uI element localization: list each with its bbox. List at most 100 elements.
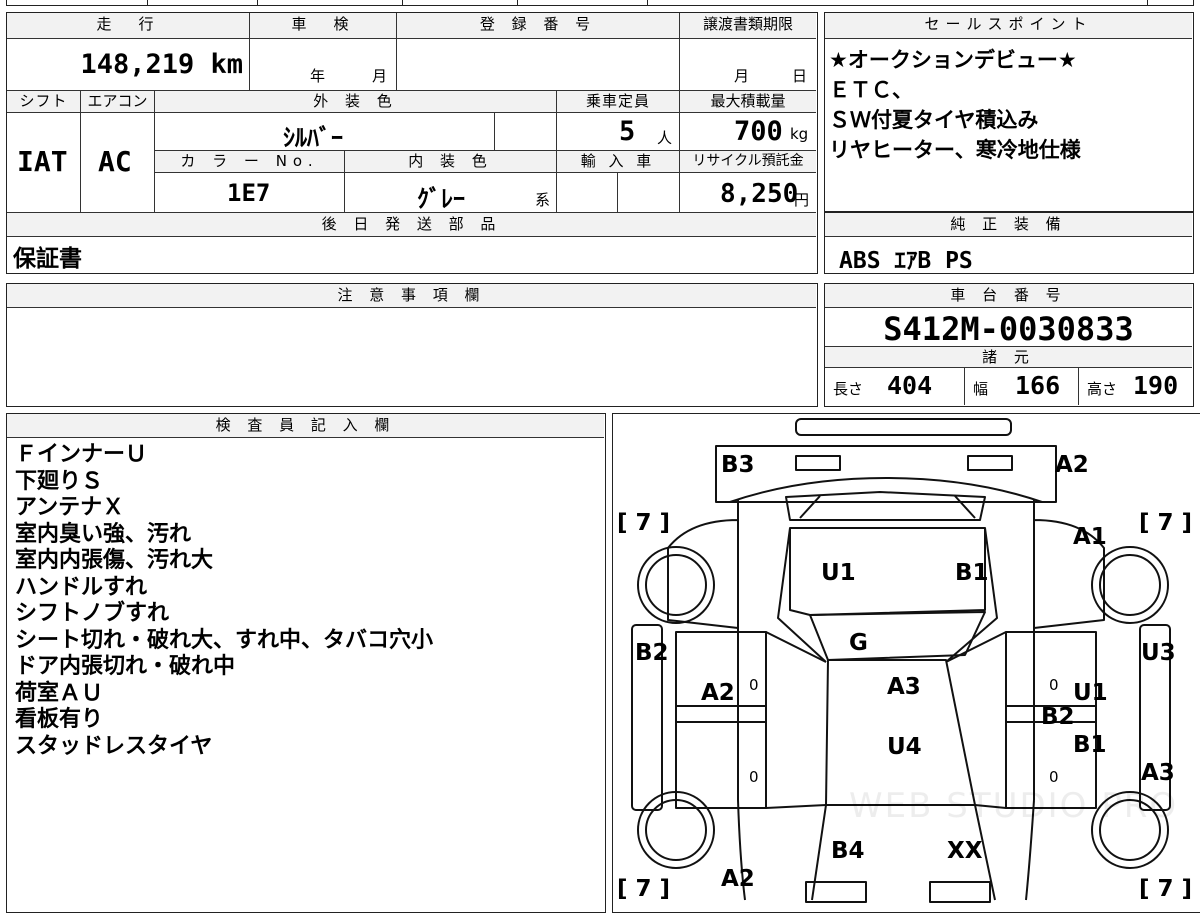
- spec-height: 高さ 190: [1079, 368, 1192, 405]
- registration-label: 登 録 番 号: [397, 13, 680, 39]
- spec-height-label: 高さ: [1087, 380, 1118, 398]
- recycle-value: 8,250: [720, 179, 799, 209]
- sales-point-line: リヤヒーター、寒冷地仕様: [829, 138, 1081, 162]
- aircon-cell: AC: [81, 113, 155, 213]
- inspector-notes: ＦインナーＵ 下廻りＳ アンテナＸ 室内臭い強、汚れ 室内内張傷、汚れ大 ハンド…: [15, 442, 433, 760]
- interior-color-suffix: 系: [535, 191, 551, 209]
- sales-point-line: ★オークションデビュー★: [829, 48, 1077, 72]
- import-label: 輸 入 車: [557, 151, 680, 173]
- mileage-value: 148,219 km: [80, 49, 243, 80]
- top-strip: [6, 0, 1194, 6]
- later-parts-value: 保証書: [13, 246, 82, 272]
- inspector-note: ドア内張切れ・破れ中: [15, 654, 236, 679]
- spec-height-value: 190: [1133, 371, 1179, 400]
- shift-label: シフト: [7, 91, 81, 113]
- caution-box: 注 意 事 項 欄: [6, 283, 818, 407]
- aircon-label: エアコン: [81, 91, 155, 113]
- damage-diagram-box: B3 A2 A1 U1 B1 G B2 A2 A3 U4 U3 U1 B2 B1…: [612, 413, 1200, 913]
- registration-cell: [397, 39, 680, 91]
- spec-width: 幅 166: [965, 368, 1079, 405]
- chassis-label: 車 台 番 号: [825, 284, 1192, 308]
- inspector-note: 看板有り: [15, 707, 104, 732]
- mark-b4: B4: [831, 838, 865, 864]
- zero-mark: 0: [1049, 768, 1059, 786]
- spec-length-value: 404: [887, 371, 933, 400]
- spec-width-value: 166: [1015, 371, 1061, 400]
- shift-value: IAT: [17, 145, 68, 178]
- inspection-label: 車 検: [250, 13, 397, 39]
- inspector-note: ＦインナーＵ: [15, 442, 148, 467]
- mark-a2-top: A2: [1055, 452, 1089, 478]
- genuine-equipment-box: 純 正 装 備 ABS ｴｱB PS: [824, 212, 1194, 274]
- inspector-note: 室内臭い強、汚れ: [15, 521, 192, 547]
- color-no-label: カ ラ ー No.: [155, 151, 345, 173]
- chassis-value: S412M-0030833: [883, 310, 1134, 348]
- import-cell-b: [618, 173, 680, 213]
- zero-mark: 0: [749, 676, 759, 694]
- color-no-value: 1E7: [227, 179, 271, 207]
- mark-a2-bottom: A2: [721, 866, 755, 892]
- tire-depth-bl: [ 7 ]: [617, 876, 671, 902]
- sales-points-list: ★オークションデビュー★ ＥＴＣ、 ＳＷ付夏タイヤ積込み リヤヒーター、寒冷地仕…: [829, 45, 1081, 165]
- mark-b2-right: B2: [1041, 704, 1075, 730]
- exterior-color-label: 外 装 色: [155, 91, 557, 113]
- interior-color-cell: ｸﾞﾚｰ 系: [345, 173, 557, 213]
- capacity-label: 乗車定員: [557, 91, 680, 113]
- genuine-equipment-value: ABS ｴｱB PS: [839, 248, 973, 274]
- mark-a3-right: A3: [1141, 760, 1175, 786]
- sales-point-line: ＳＷ付夏タイヤ積込み: [829, 108, 1039, 132]
- mark-a2-left: A2: [701, 680, 735, 706]
- caution-label: 注 意 事 項 欄: [7, 284, 816, 308]
- mark-u1-hood: U1: [821, 560, 856, 586]
- vehicle-info-table: 走 行 車 検 登 録 番 号 譲渡書類期限 148,219 km 年 月 月 …: [6, 12, 818, 274]
- transfer-cell: 月 日: [680, 39, 816, 91]
- aircon-value: AC: [98, 145, 132, 178]
- transfer-day: 日: [792, 67, 808, 85]
- recycle-cell: 8,250 円: [680, 173, 816, 213]
- sales-points-label: セールスポイント: [825, 13, 1192, 39]
- inspection-cell: 年 月: [250, 39, 397, 91]
- interior-color-value: ｸﾞﾚｰ: [417, 185, 465, 213]
- mark-u3: U3: [1141, 640, 1176, 666]
- spec-length-label: 長さ: [833, 380, 864, 398]
- recycle-label: リサイクル預託金: [680, 151, 816, 173]
- chassis-box: 車 台 番 号 S412M-0030833 諸 元 長さ 404 幅 166 高…: [824, 283, 1194, 407]
- inspector-note: 下廻りＳ: [15, 468, 104, 494]
- shift-cell: IAT: [7, 113, 81, 213]
- tire-depth-tr: [ 7 ]: [1139, 510, 1193, 536]
- watermark: WEB STUDIO PRO: [849, 786, 1179, 826]
- mileage-cell: 148,219 km: [7, 39, 250, 91]
- max-load-label: 最大積載量: [680, 91, 816, 113]
- recycle-unit: 円: [794, 191, 810, 209]
- inspector-label: 検 査 員 記 入 欄: [7, 414, 604, 438]
- tire-depth-br: [ 7 ]: [1139, 876, 1193, 902]
- genuine-equipment-label: 純 正 装 備: [825, 213, 1192, 237]
- mileage-label: 走 行: [7, 13, 250, 39]
- zero-mark: 0: [1049, 676, 1059, 694]
- mark-a1: A1: [1073, 524, 1107, 550]
- capacity-value: 5: [619, 116, 636, 147]
- mark-b1-hood: B1: [955, 560, 989, 586]
- sales-point-line: ＥＴＣ、: [829, 78, 913, 102]
- max-load-unit: kg: [790, 125, 809, 143]
- exterior-color-extra: [495, 113, 557, 151]
- car-outline-diagram: [630, 417, 1171, 903]
- specs-label: 諸 元: [825, 346, 1192, 368]
- mark-u4: U4: [887, 734, 922, 760]
- inspection-month: 月: [372, 67, 388, 85]
- interior-color-label: 内 装 色: [345, 151, 557, 173]
- max-load-cell: 700 kg: [680, 113, 816, 151]
- inspector-note: アンテナＸ: [15, 495, 125, 520]
- mark-u1-right: U1: [1073, 680, 1108, 706]
- mark-g: G: [849, 630, 868, 656]
- color-no-cell: 1E7: [155, 173, 345, 213]
- mark-b2-left: B2: [635, 640, 669, 666]
- inspector-note: 荷室ＡＵ: [15, 680, 104, 706]
- mark-a3-roof: A3: [887, 674, 921, 700]
- mark-xx: XX: [947, 838, 983, 864]
- inspector-note: シフトノブすれ: [15, 601, 170, 626]
- tire-depth-tl: [ 7 ]: [617, 510, 671, 536]
- exterior-color-cell: ｼﾙﾊﾞｰ: [155, 113, 495, 151]
- sales-points-box: セールスポイント ★オークションデビュー★ ＥＴＣ、 ＳＷ付夏タイヤ積込み リヤ…: [824, 12, 1194, 212]
- inspector-note: スタッドレスタイヤ: [15, 733, 213, 759]
